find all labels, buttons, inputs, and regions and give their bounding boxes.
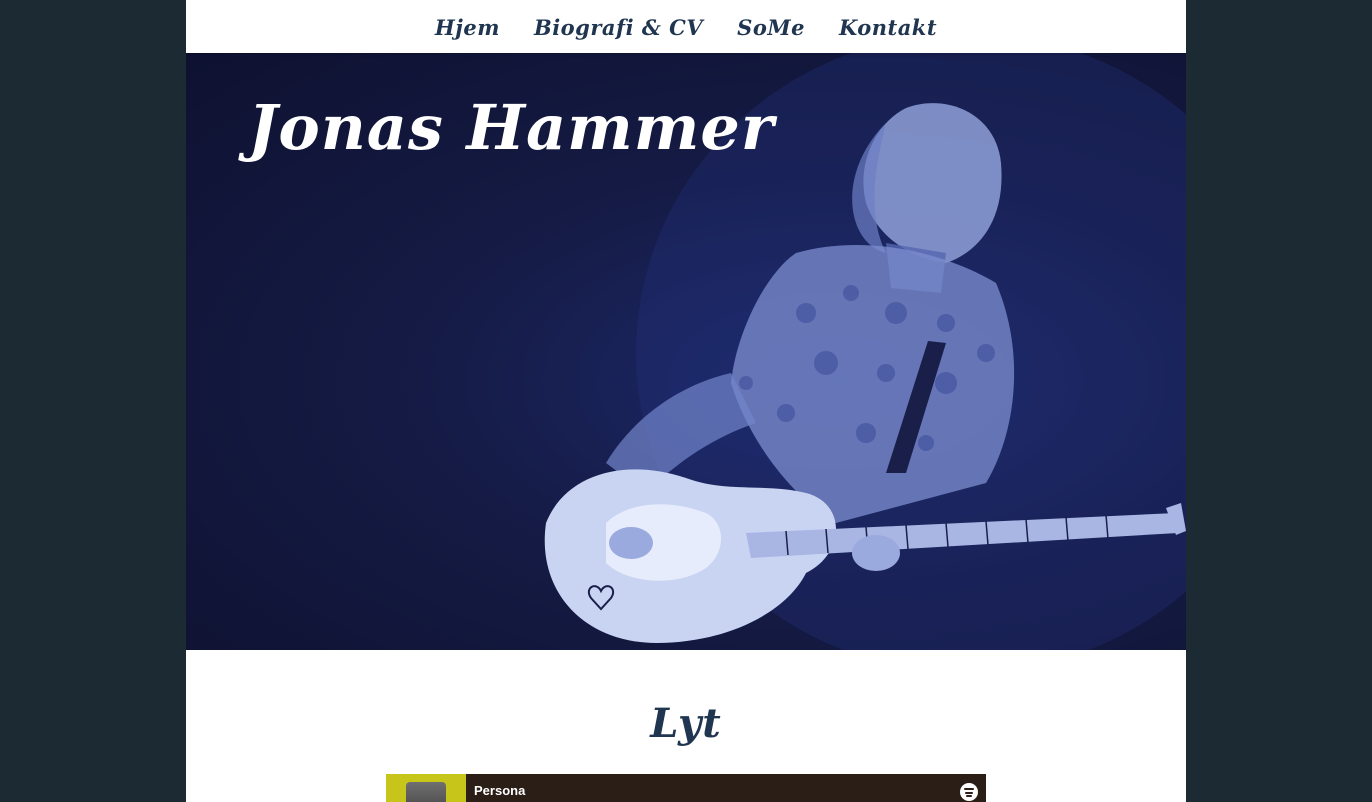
track-title[interactable]: Persona — [474, 783, 525, 798]
spotify-icon[interactable] — [960, 783, 978, 801]
page-container: Hjem Biografi & CV SoMe Kontakt Jonas Ha… — [186, 0, 1186, 802]
nav-link-biography[interactable]: Biografi & CV — [534, 13, 703, 40]
listen-heading: Lyt — [650, 700, 722, 747]
main-nav: Hjem Biografi & CV SoMe Kontakt — [186, 0, 1186, 53]
spotify-player[interactable]: Persona — [386, 774, 986, 802]
hero-title: Jonas Hammer — [248, 91, 775, 164]
nav-link-home[interactable]: Hjem — [435, 13, 500, 40]
album-cover-art — [406, 782, 446, 802]
nav-link-contact[interactable]: Kontakt — [839, 13, 937, 40]
nav-link-social[interactable]: SoMe — [737, 13, 805, 40]
album-cover[interactable] — [386, 774, 466, 802]
hero-banner: Jonas Hammer — [186, 53, 1186, 650]
